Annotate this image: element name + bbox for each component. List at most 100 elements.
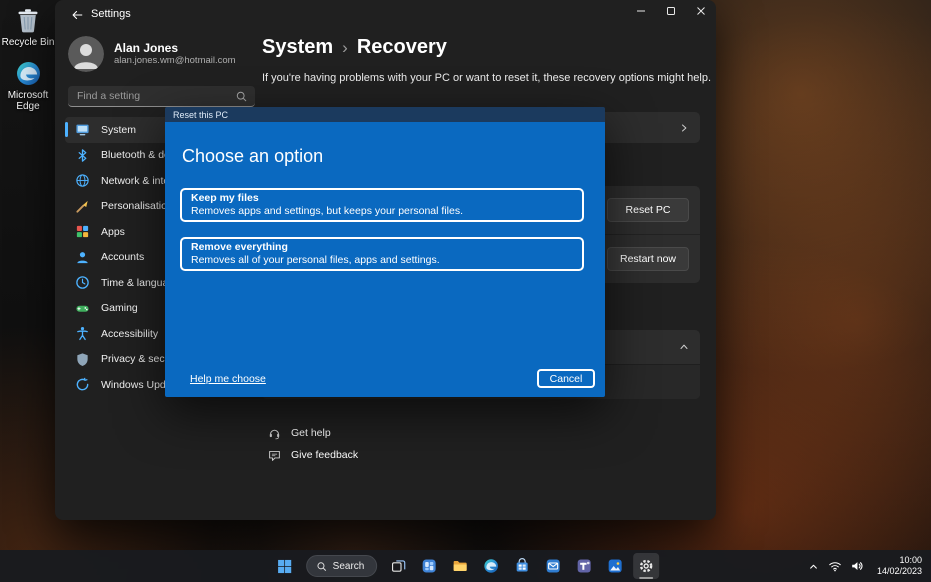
widgets-button[interactable] [416,553,442,579]
settings-taskbar-button[interactable] [633,553,659,579]
maximize-icon [666,6,676,16]
clock-date: 14/02/2023 [877,566,922,577]
maximize-button[interactable] [656,0,686,21]
task-view-icon [391,559,406,574]
breadcrumb: System › Recovery [262,36,447,59]
user-profile[interactable]: Alan Jones alan.jones.wm@hotmail.com [65,30,257,76]
person-icon [75,250,90,265]
paintbrush-icon [75,199,90,214]
profile-name: Alan Jones [114,41,236,55]
option-description: Removes apps and settings, but keeps you… [191,205,582,218]
edge-button[interactable] [478,553,504,579]
clock-icon [75,275,90,290]
search-icon [316,561,327,572]
feedback-icon [268,449,281,462]
settings-gear-icon [638,558,654,574]
accessibility-icon [75,326,90,341]
profile-email: alan.jones.wm@hotmail.com [114,55,236,67]
teams-icon [576,558,592,574]
task-view-button[interactable] [385,553,411,579]
update-arrows-icon [75,377,90,392]
file-explorer-button[interactable] [447,553,473,579]
clock[interactable]: 10:00 14/02/2023 [874,553,925,579]
get-help-link[interactable]: Get help [268,426,331,440]
mail-button[interactable] [540,553,566,579]
chevron-right-icon [678,122,690,134]
window-title: Settings [91,8,131,20]
chevron-up-icon [807,560,820,573]
page-description: If you're having problems with your PC o… [262,72,711,84]
widgets-icon [421,558,437,574]
sidebar-item-label: Accounts [101,251,144,263]
gamepad-icon [75,301,90,316]
back-button[interactable] [67,6,87,24]
window-titlebar: Settings [55,0,716,30]
desktop-icon-recycle-bin[interactable]: Recycle Bin [0,5,56,48]
wifi-icon [828,559,842,573]
edge-icon [483,558,499,574]
sidebar-item-label: Gaming [101,302,138,314]
get-help-icon [268,427,281,440]
mail-icon [545,558,561,574]
breadcrumb-separator: › [342,38,348,58]
dialog-titlebar: Reset this PC [165,107,605,122]
taskbar: Search [0,550,931,582]
back-icon [70,8,84,22]
search-input[interactable] [68,86,255,106]
option-description: Removes all of your personal files, apps… [191,254,582,267]
sidebar-item-label: System [101,124,136,136]
photos-button[interactable] [602,553,628,579]
get-help-label: Get help [291,427,331,439]
desktop-icon-microsoft-edge[interactable]: Microsoft Edge [0,58,56,112]
start-icon [277,559,292,574]
avatar [68,36,104,72]
volume-button[interactable] [847,555,868,577]
taskbar-search[interactable]: Search [306,555,378,577]
help-me-choose-link[interactable]: Help me choose [190,373,266,385]
reset-pc-button[interactable]: Reset PC [607,198,689,222]
give-feedback-link[interactable]: Give feedback [268,448,358,462]
taskbar-search-label: Search [333,561,365,572]
avatar-icon [68,36,104,72]
cancel-button[interactable]: Cancel [537,369,595,388]
give-feedback-label: Give feedback [291,449,358,461]
store-button[interactable] [509,553,535,579]
clock-time: 10:00 [877,555,922,566]
minimize-button[interactable] [626,0,656,21]
start-button[interactable] [272,553,298,579]
page-title: Recovery [357,36,447,59]
search-icon [235,90,248,103]
close-button[interactable] [686,0,716,21]
store-icon [514,558,530,574]
option-title: Keep my files [191,192,582,205]
sidebar-item-label: Accessibility [101,328,158,340]
option-title: Remove everything [191,241,582,254]
wifi-button[interactable] [825,555,846,577]
photos-icon [607,558,623,574]
recycle-bin-icon [0,5,56,35]
dialog-heading: Choose an option [182,146,323,167]
bluetooth-icon [75,148,90,163]
close-icon [696,6,706,16]
tray-chevron-button[interactable] [803,555,824,577]
desktop-icon-label: Microsoft Edge [0,90,56,112]
globe-icon [75,173,90,188]
settings-search [68,86,255,107]
option-keep-my-files[interactable]: Keep my files Removes apps and settings,… [180,188,584,222]
apps-grid-icon [75,224,90,239]
reset-pc-dialog: Reset this PC Choose an option Keep my f… [165,107,605,397]
chevron-up-icon [678,341,690,353]
breadcrumb-parent[interactable]: System [262,36,333,59]
edge-icon [0,58,56,88]
option-remove-everything[interactable]: Remove everything Removes all of your pe… [180,237,584,271]
restart-now-button[interactable]: Restart now [607,247,689,271]
sidebar-item-label: Apps [101,226,125,238]
teams-button[interactable] [571,553,597,579]
minimize-icon [636,6,646,16]
sidebar-item-label: Personalisation [101,200,173,212]
desktop-icon-label: Recycle Bin [0,37,56,48]
dialog-body: Choose an option Keep my files Removes a… [165,122,605,397]
dialog-title: Reset this PC [173,110,228,120]
monitor-icon [75,122,90,137]
volume-icon [850,559,864,573]
